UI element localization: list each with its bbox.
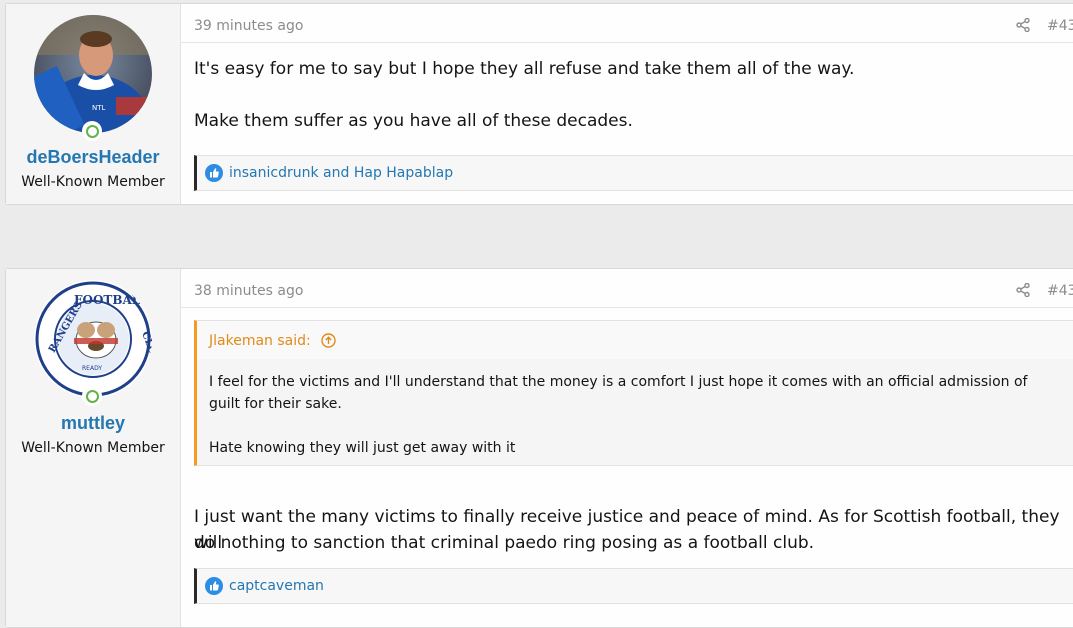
post-body-line: It's easy for me to say but I hope they … <box>194 59 855 79</box>
post-number[interactable]: #436 <box>1047 283 1073 299</box>
quote-line: guilt for their sake. <box>209 396 342 412</box>
like-icon <box>205 577 223 595</box>
username[interactable]: muttley <box>6 413 180 434</box>
post-436: FOOTBALL RANGERS CLUB READY muttley Well… <box>5 268 1073 628</box>
quote-body: I feel for the victims and I'll understa… <box>209 371 1064 459</box>
avatar-wrap: FOOTBALL RANGERS CLUB READY <box>34 280 152 406</box>
username[interactable]: deBoersHeader <box>6 147 180 168</box>
avatar[interactable]: FOOTBALL RANGERS CLUB READY <box>34 280 152 398</box>
share-icon[interactable] <box>1016 283 1030 297</box>
post-timestamp[interactable]: 38 minutes ago <box>194 283 303 299</box>
avatar[interactable]: NTL <box>34 15 152 133</box>
badge-text-top: FOOTBALL <box>74 293 149 307</box>
post-main: 38 minutes ago #436 Jlakeman said: I fee… <box>181 269 1073 627</box>
reactions-bar[interactable]: captcaveman <box>194 568 1073 604</box>
user-cell: FOOTBALL RANGERS CLUB READY muttley Well… <box>6 269 181 627</box>
user-cell: NTL deBoersHeader Well-Known Member <box>6 4 181 204</box>
post-header: 38 minutes ago #436 <box>181 269 1073 308</box>
online-status-icon <box>82 386 102 406</box>
reactions-users[interactable]: captcaveman <box>229 578 324 594</box>
quote-line: Hate knowing they will just get away wit… <box>209 440 516 456</box>
post-number[interactable]: #435 <box>1047 18 1073 34</box>
reactions-bar[interactable]: insanicdrunk and Hap Hapablap <box>194 155 1073 191</box>
avatar-wrap: NTL <box>34 15 152 141</box>
post-main: 39 minutes ago #435 It's easy for me to … <box>181 4 1073 204</box>
post-body-line: Make them suffer as you have all of thes… <box>194 111 633 131</box>
quote-block: Jlakeman said: I feel for the victims an… <box>194 320 1073 466</box>
reactions-users[interactable]: insanicdrunk and Hap Hapablap <box>229 165 453 181</box>
user-title: Well-Known Member <box>21 440 165 456</box>
arrow-up-circle-icon[interactable] <box>321 333 336 348</box>
user-title: Well-Known Member <box>21 174 165 190</box>
post-header: 39 minutes ago #435 <box>181 4 1073 43</box>
like-icon <box>205 164 223 182</box>
quote-author[interactable]: Jlakeman said: <box>209 333 311 349</box>
svg-text:NTL: NTL <box>92 104 106 112</box>
post-body-line: do nothing to sanction that criminal pae… <box>194 533 815 553</box>
online-status-icon <box>82 121 102 141</box>
post-timestamp[interactable]: 39 minutes ago <box>194 18 303 34</box>
post-435: NTL deBoersHeader Well-Known Member 39 m… <box>5 3 1073 205</box>
quote-header: Jlakeman said: <box>197 321 1073 359</box>
quote-line: I feel for the victims and I'll understa… <box>209 374 1028 390</box>
share-icon[interactable] <box>1016 18 1030 32</box>
badge-text-bottom: READY <box>82 365 102 372</box>
